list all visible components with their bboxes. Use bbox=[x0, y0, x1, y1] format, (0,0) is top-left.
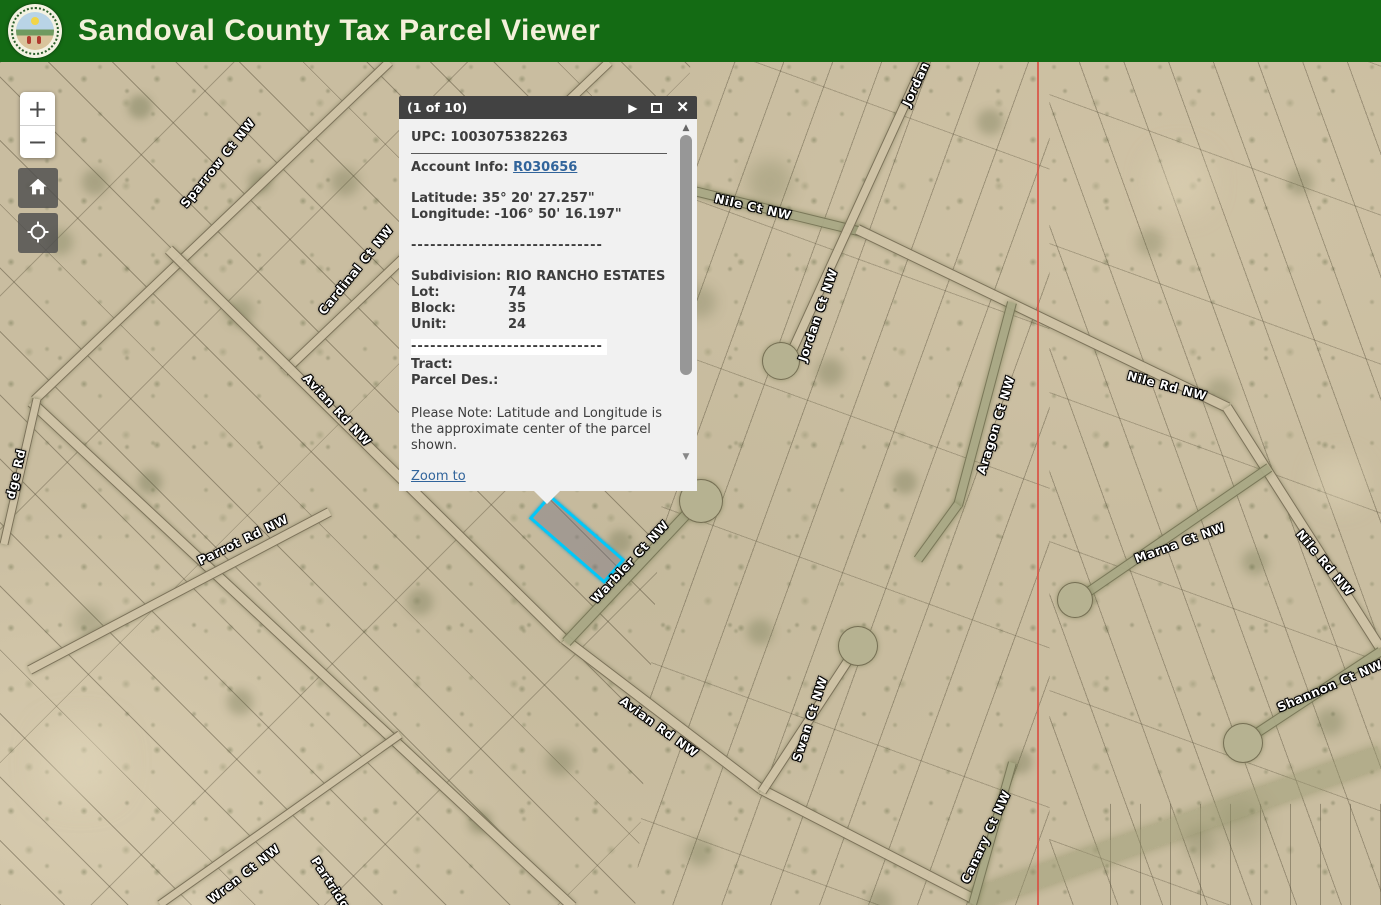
unit-value: 24 bbox=[508, 317, 526, 332]
block-value: 35 bbox=[508, 301, 526, 316]
sand-patches bbox=[0, 62, 8, 70]
road-parrot-rd bbox=[27, 508, 332, 675]
latitude-value: Latitude: 35° 20' 27.257" bbox=[411, 191, 667, 207]
parcel-des-label: Parcel Des.: bbox=[411, 373, 667, 389]
popup-body: UPC: 1003075382263 Account Info: R030656… bbox=[399, 119, 697, 491]
culdesac-shannon-ct bbox=[1223, 723, 1263, 763]
maximize-icon bbox=[651, 103, 662, 113]
county-seal-logo bbox=[8, 4, 62, 58]
seal-sun-icon bbox=[31, 17, 39, 25]
home-icon bbox=[27, 176, 49, 201]
account-link[interactable]: R030656 bbox=[513, 160, 577, 175]
street-label: Warbler Ct NW bbox=[588, 518, 672, 606]
separator-highlighted: ------------------------------ bbox=[411, 339, 607, 355]
street-label: Shannon Ct NW bbox=[1275, 657, 1381, 714]
parcel-info-popup: (1 of 10) ▶ ✕ UPC: 1003075382263 Account… bbox=[399, 96, 697, 491]
boundary-line bbox=[1037, 62, 1039, 905]
block-label: Block: bbox=[411, 301, 508, 317]
street-label: dge Rd bbox=[3, 448, 28, 501]
street-label: Canary Ct NW bbox=[958, 788, 1013, 885]
scroll-up-icon[interactable]: ▲ bbox=[680, 123, 692, 133]
unit-row: Unit:24 bbox=[411, 317, 667, 333]
street-label: Aragon Ct NW bbox=[974, 374, 1017, 476]
lot-row: Lot:74 bbox=[411, 285, 667, 301]
note-text: Please Note: Latitude and Longitude is t… bbox=[411, 406, 667, 454]
app-header: Sandoval County Tax Parcel Viewer bbox=[0, 0, 1381, 62]
street-label: Marna Ct NW bbox=[1133, 520, 1227, 566]
zoom-to-link[interactable]: Zoom to bbox=[411, 469, 466, 484]
zoom-out-button[interactable]: − bbox=[20, 125, 55, 158]
road-avian-rd-lower bbox=[759, 785, 977, 905]
road-warbler-ct bbox=[562, 507, 693, 646]
block-row: Block:35 bbox=[411, 301, 667, 317]
divider bbox=[411, 153, 667, 154]
selected-parcel-highlight bbox=[529, 494, 625, 584]
close-icon: ✕ bbox=[676, 100, 689, 115]
popup-pointer bbox=[533, 490, 561, 504]
road-aragon-ct-bend bbox=[914, 502, 962, 563]
longitude-value: Longitude: -106° 50' 16.197" bbox=[411, 207, 667, 223]
next-icon: ▶ bbox=[628, 102, 637, 114]
upc-value: UPC: 1003075382263 bbox=[411, 130, 667, 146]
seal-scene bbox=[16, 12, 54, 50]
locate-button[interactable] bbox=[18, 213, 58, 253]
street-label: Nile Rd NW bbox=[1126, 369, 1209, 404]
street-label: Avian Rd NW bbox=[300, 371, 374, 449]
popup-pager: (1 of 10) bbox=[407, 100, 614, 116]
seal-figure-icon bbox=[37, 36, 41, 44]
street-label: Nile Rd NW bbox=[1293, 527, 1356, 599]
culdesac-jordan-ct bbox=[762, 342, 800, 380]
street-label: Swan Ct NW bbox=[790, 675, 831, 764]
street-label: Parrot Rd NW bbox=[195, 512, 290, 568]
subdivision-value: Subdivision: RIO RANCHO ESTATES bbox=[411, 269, 667, 285]
road-jordan-ct bbox=[785, 62, 929, 358]
popup-header: (1 of 10) ▶ ✕ bbox=[399, 96, 697, 119]
home-button[interactable] bbox=[18, 168, 58, 208]
vegetation-spots bbox=[0, 62, 8, 70]
street-label: Jordan Ct NW bbox=[796, 267, 841, 364]
street-label: Avian Rd NW bbox=[617, 694, 701, 760]
tract-label: Tract: bbox=[411, 357, 667, 373]
culdesac-marna-ct bbox=[1057, 582, 1093, 618]
road-aragon-ct bbox=[953, 301, 1017, 507]
account-info-row: Account Info: R030656 bbox=[411, 160, 667, 176]
separator: ------------------------------ bbox=[411, 238, 667, 254]
road-nile-ct bbox=[688, 185, 863, 237]
road-shannon-ct bbox=[1252, 647, 1381, 738]
seal-figure-icon bbox=[27, 36, 31, 44]
culdesac-swan-ct bbox=[838, 626, 878, 666]
next-feature-button[interactable]: ▶ bbox=[628, 102, 637, 114]
unit-label: Unit: bbox=[411, 317, 508, 333]
street-label: Partridge bbox=[308, 854, 357, 905]
road-nile-rd-upper bbox=[855, 224, 1230, 412]
street-label: Wren Ct NW bbox=[205, 841, 283, 905]
street-label: Jordan bbox=[900, 62, 933, 108]
lot-value: 74 bbox=[508, 285, 526, 300]
road-wash-southeast bbox=[971, 746, 1381, 905]
page-title: Sandoval County Tax Parcel Viewer bbox=[78, 0, 600, 62]
road-nile-rd-lower bbox=[1222, 404, 1381, 650]
road-marna-ct bbox=[1082, 463, 1272, 598]
road-partridge-rd-west bbox=[0, 398, 41, 545]
close-button[interactable]: ✕ bbox=[676, 100, 689, 115]
scroll-down-icon[interactable]: ▼ bbox=[680, 452, 692, 462]
maximize-button[interactable] bbox=[651, 103, 662, 113]
locate-icon bbox=[26, 220, 50, 247]
street-label: Nile Ct NW bbox=[713, 191, 793, 222]
popup-scrollbar: ▲ ▼ bbox=[678, 121, 694, 489]
account-info-label: Account Info: bbox=[411, 160, 513, 175]
street-label: Sparrow Ct NW bbox=[178, 116, 258, 211]
lot-label: Lot: bbox=[411, 285, 508, 301]
zoom-in-button[interactable]: + bbox=[20, 92, 55, 125]
road-canary-ct bbox=[968, 762, 1016, 905]
scrollbar-thumb[interactable] bbox=[680, 135, 692, 375]
road-sparrow-ct bbox=[31, 62, 393, 404]
street-label: Cardinal Ct NW bbox=[316, 223, 397, 318]
road-avian-rd-mid bbox=[561, 635, 765, 794]
zoom-controls: + − bbox=[20, 92, 55, 158]
road-swan-ct bbox=[758, 652, 856, 795]
app: Sparrow Ct NW Cardinal Ct NW Avian Rd NW Pa… bbox=[0, 0, 1381, 905]
road-wren-ct bbox=[157, 731, 402, 905]
